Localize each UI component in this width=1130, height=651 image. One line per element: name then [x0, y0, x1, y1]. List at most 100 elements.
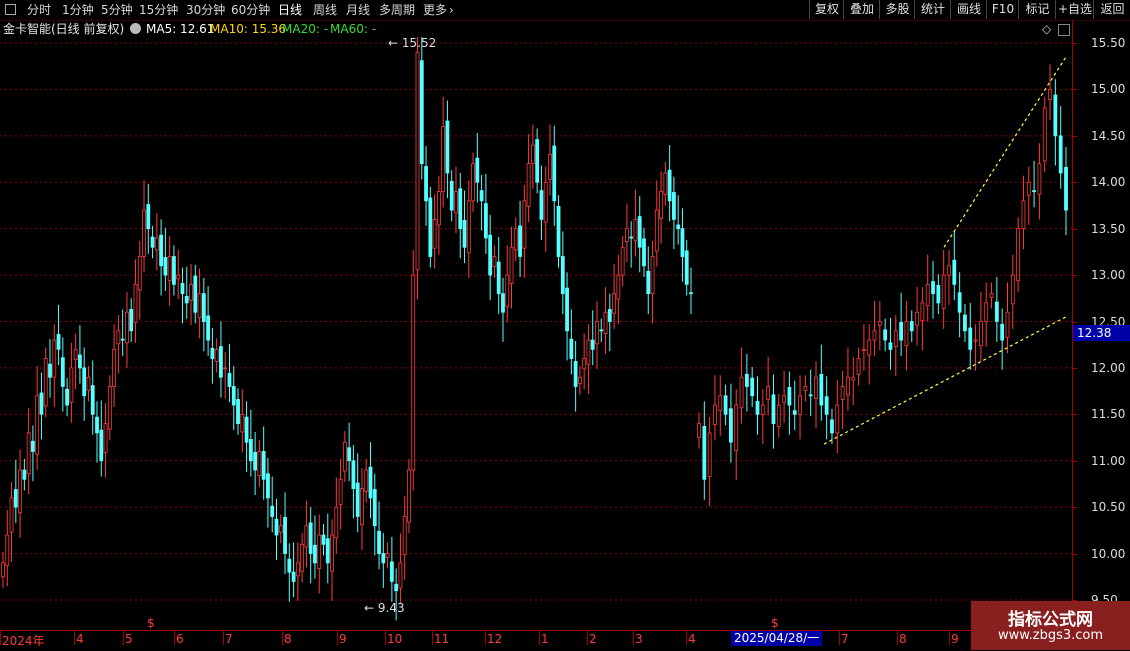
price-tick-mark [1073, 182, 1077, 184]
price-tick-mark [1073, 367, 1077, 369]
candle-body [803, 386, 808, 391]
candle-body [620, 246, 625, 276]
toolbar-button-8[interactable]: 返回 [1093, 0, 1130, 19]
candle-body [78, 354, 82, 369]
period-tab-1[interactable]: 1分钟 [62, 2, 94, 18]
candle-body [471, 163, 475, 202]
candle-body [505, 274, 510, 308]
candle-body [419, 60, 424, 165]
candle-body [760, 404, 765, 415]
candle-body [792, 410, 797, 415]
ma60-value: MA60: - [330, 22, 377, 36]
chevron-right-icon[interactable]: › [449, 2, 454, 18]
candle-body [819, 374, 824, 406]
price-tick-label: 14.00 [1091, 175, 1126, 190]
candle-body [496, 261, 501, 295]
panel-icon[interactable] [1058, 24, 1070, 36]
candle-body [851, 376, 856, 381]
period-tab-9[interactable]: 多周期 [379, 2, 415, 18]
period-tab-0[interactable]: 分时 [27, 2, 51, 18]
candle-body [436, 191, 441, 226]
period-tab-5[interactable]: 60分钟 [231, 2, 270, 18]
candle-body [462, 219, 467, 248]
candle-body [360, 488, 364, 526]
period-tab-8[interactable]: 月线 [346, 2, 370, 18]
candle-body [330, 534, 334, 572]
toolbar-button-1[interactable]: 叠加 [843, 0, 880, 19]
candle-body [39, 392, 44, 415]
candle-body [633, 218, 638, 242]
candle-body [133, 283, 138, 323]
candle-body [107, 386, 112, 430]
candle-body [210, 348, 215, 360]
candle-body [35, 395, 40, 455]
window-square-icon[interactable] [5, 4, 16, 15]
candle-body [684, 250, 689, 285]
candle-body [603, 311, 608, 334]
month-label: 7 [225, 632, 233, 646]
candle-body [56, 334, 61, 350]
cursor-date-box: 2025/04/28/一 [731, 631, 823, 646]
dividend-marker[interactable]: $ [147, 616, 155, 630]
month-separator [74, 631, 75, 645]
period-tab-4[interactable]: 30分钟 [186, 2, 225, 18]
toolbar-button-0[interactable]: 复权 [809, 0, 844, 19]
price-tick-mark [1073, 414, 1077, 416]
candle-body [325, 538, 330, 564]
candle-body [861, 348, 866, 351]
candle-body [1053, 94, 1058, 137]
price-tick-mark [1073, 135, 1077, 137]
candle-body [415, 51, 420, 270]
candle-body [713, 404, 717, 425]
candle-body [883, 329, 888, 341]
period-tab-7[interactable]: 周线 [313, 2, 337, 18]
candle-body [808, 394, 813, 397]
toolbar-button-2[interactable]: 多股 [879, 0, 915, 19]
price-tick-mark [1073, 507, 1077, 509]
period-tab-10[interactable]: 更多 [423, 2, 447, 18]
diamond-icon[interactable]: ◇ [1042, 22, 1051, 36]
toolbar-button-6[interactable]: 标记 [1018, 0, 1056, 19]
candle-body [291, 571, 296, 582]
period-tab-3[interactable]: 15分钟 [139, 2, 178, 18]
period-tab-6[interactable]: 日线 [278, 2, 302, 18]
period-tab-2[interactable]: 5分钟 [101, 2, 133, 18]
month-label: 1 [541, 632, 549, 646]
month-separator [485, 631, 486, 645]
candle-body [223, 367, 228, 370]
candle-body [150, 236, 155, 248]
candle-body [565, 287, 569, 332]
candle-body [798, 395, 802, 415]
gear-icon[interactable] [130, 23, 141, 34]
candle-body [445, 120, 450, 174]
candles [1, 37, 1068, 621]
candle-body [184, 296, 189, 304]
candle-body [69, 367, 74, 403]
candle-body [941, 274, 946, 309]
toolbar-button-7[interactable]: +自选 [1055, 0, 1094, 19]
dividend-marker[interactable]: $ [771, 616, 779, 630]
candle-body [424, 166, 428, 202]
candle-body [163, 257, 168, 276]
candle-body [968, 327, 973, 350]
candle-body [236, 399, 240, 425]
toolbar-button-4[interactable]: 画线 [950, 0, 987, 19]
month-separator [123, 631, 124, 645]
ma5-value: MA5: 12.61 [146, 22, 215, 36]
price-tick-label: 13.50 [1091, 221, 1126, 236]
candle-body [458, 188, 463, 230]
candle-body [407, 469, 411, 523]
candle-body [342, 441, 347, 472]
current-price-badge: 12.38 [1073, 324, 1130, 341]
site-watermark: 指标公式网 www.zbgs3.com [971, 601, 1130, 650]
price-tick-label: 14.50 [1091, 128, 1126, 143]
toolbar-button-5[interactable]: F10 [986, 0, 1019, 19]
price-tick-mark [1073, 275, 1077, 277]
trend-line [823, 316, 1067, 445]
candle-body [334, 506, 339, 539]
candle-body [856, 358, 861, 375]
candle-body [1021, 200, 1026, 230]
month-label: 9 [339, 632, 347, 646]
toolbar-button-3[interactable]: 统计 [914, 0, 951, 19]
candle-body [650, 256, 655, 295]
